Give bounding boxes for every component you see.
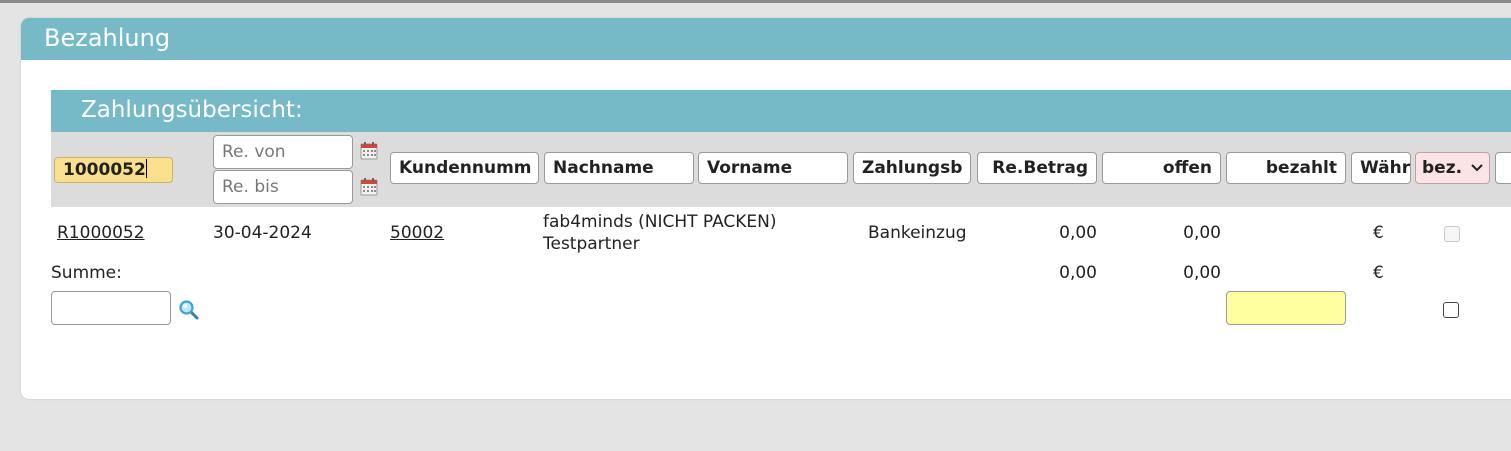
status-select-value: bez. [1422,158,1463,178]
extra-filter[interactable] [1495,152,1511,184]
search-input[interactable] [51,291,171,325]
payment-method: Bankeinzug [868,223,967,243]
last-name-filter[interactable]: Nachname [544,152,694,184]
calendar-icon[interactable] [360,178,378,196]
date-from-input[interactable]: Re. von [213,135,353,169]
open-amount: 0,00 [1183,223,1221,243]
payment-method-filter[interactable]: Zahlungsb [853,152,971,184]
chevron-down-icon [1471,164,1483,172]
customer-number-link[interactable]: 50002 [390,223,444,243]
status-select[interactable]: bez. [1415,152,1490,184]
date-to-placeholder: Re. bis [222,177,279,197]
first-name-filter[interactable]: Vorname [698,152,848,184]
summary-currency: € [1373,263,1384,283]
summary-label: Summe: [51,263,122,283]
payment-panel: Bezahlung Zahlungsübersicht: 1000052 Re.… [21,18,1511,399]
customer-name-line2: Testpartner [543,234,640,254]
invoice-link[interactable]: R1000052 [57,223,145,243]
currency-filter[interactable]: Währ [1351,152,1411,184]
customer-number-filter[interactable]: Kundennumm [390,152,539,184]
paid-checkbox[interactable] [1443,302,1459,318]
overview-title: Zahlungsübersicht: [81,97,303,123]
date-to-input[interactable]: Re. bis [213,170,353,204]
calendar-icon[interactable] [360,142,378,160]
top-border-line [0,0,1511,3]
customer-name-line1: fab4minds (NICHT PACKEN) [543,212,777,232]
date-from-placeholder: Re. von [222,142,286,162]
summary-open: 0,00 [1183,263,1221,283]
invoice-number-filter[interactable]: 1000052 [54,157,173,183]
currency-symbol: € [1373,223,1384,243]
search-icon[interactable] [178,299,200,321]
overview-header: Zahlungsübersicht: [51,90,1511,132]
text-cursor [145,159,147,178]
summary-amount: 0,00 [1059,263,1097,283]
invoice-amount: 0,00 [1059,223,1097,243]
invoice-number-filter-value: 1000052 [63,160,146,180]
invoice-date: 30-04-2024 [213,223,312,243]
filter-bar: 1000052 Re. von Re. bis Kundennumm Nachn… [51,132,1511,207]
panel-header: Bezahlung [21,18,1511,60]
paid-amount-input[interactable] [1226,291,1346,325]
paid-checkbox-disabled [1444,226,1460,242]
invoice-amount-filter[interactable]: Re.Betrag [977,152,1097,184]
open-amount-filter[interactable]: offen [1102,152,1221,184]
panel-title: Bezahlung [44,24,171,52]
paid-amount-filter[interactable]: bezahlt [1226,152,1346,184]
